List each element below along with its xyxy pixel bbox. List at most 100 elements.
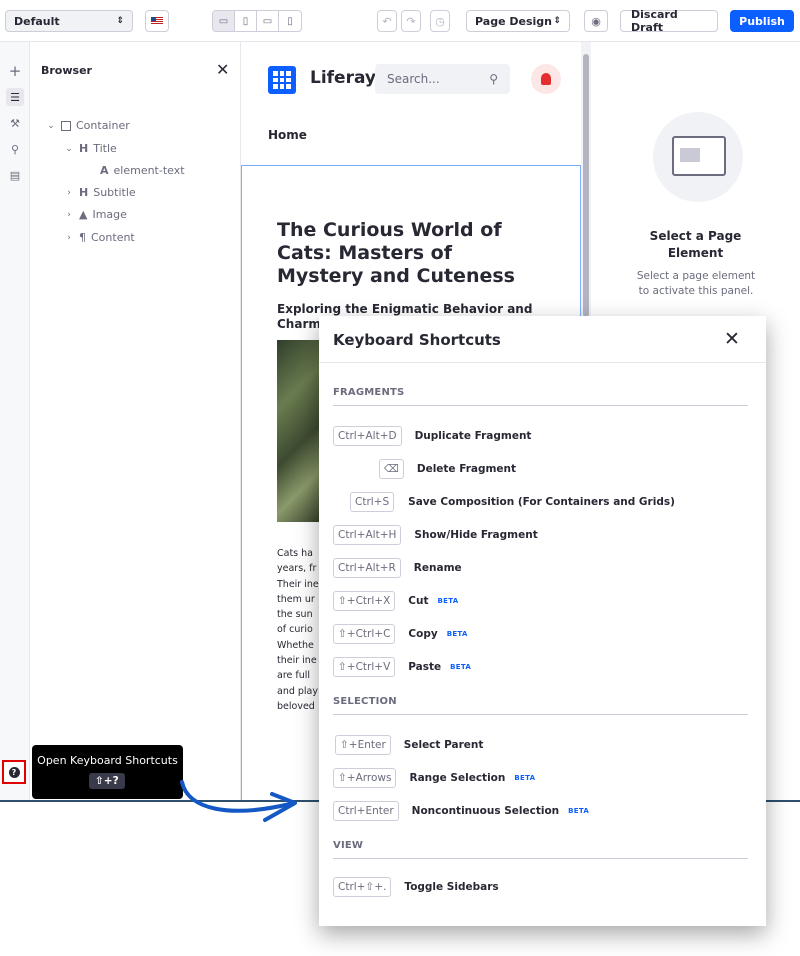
tree-item-container[interactable]: ⌄ Container [46,119,130,132]
link-icon[interactable]: ⚲ [6,140,24,158]
shortcut-label: Rename [413,562,462,574]
shortcut-cut: ⇧+Ctrl+X Cut BETA [333,591,458,611]
shortcut-keys: Ctrl+Alt+R [333,558,401,578]
text-icon: A [100,164,109,177]
backspace-icon: ⌫ [379,459,404,479]
tree-item-subtitle[interactable]: › H Subtitle [64,186,135,199]
shortcut-keys: ⇧+Ctrl+C [333,624,396,644]
search-icon[interactable]: ⚲ [489,72,498,86]
configuration-panel: Select a Page Element Select a page elem… [591,42,800,317]
tree-item-title[interactable]: ⌄ H Title [64,142,117,155]
chevron-down-icon[interactable]: ⌄ [46,121,56,131]
publish-button[interactable]: Publish [730,10,794,32]
landscape-phone-icon[interactable]: ▭ [257,11,279,31]
flag-us-icon [151,17,163,25]
content-line: Whethe [277,639,314,651]
content-line: Cats ha [277,548,313,559]
beta-badge: BETA [568,807,590,815]
tree-item-label: element-text [113,164,185,177]
discard-draft-button[interactable]: Discard Draft [620,8,718,34]
beta-badge: BETA [514,774,536,782]
article-title[interactable]: The Curious World of Cats: Masters of My… [277,219,537,288]
tree-item-content[interactable]: › ¶ Content [64,231,135,244]
section-divider [333,405,748,406]
shortcut-keys: ⇧+Ctrl+X [333,591,396,611]
shortcut-label: Cut [408,595,429,607]
shortcut-noncontinuous-selection: Ctrl+Enter Noncontinuous Selection BETA [333,801,589,821]
shortcut-label: Toggle Sidebars [404,881,499,893]
tree-item-label: Title [93,142,117,155]
shortcut-label: Show/Hide Fragment [414,529,538,541]
mode-select[interactable]: Page Design ⇕ [466,10,570,32]
close-icon[interactable]: ✕ [216,60,229,79]
undo-icon[interactable]: ↶ [377,10,397,32]
portrait-phone-icon[interactable]: ▯ [279,11,301,31]
plus-icon[interactable]: + [6,62,24,80]
chevron-right-icon[interactable]: › [64,188,74,198]
avatar[interactable] [531,64,561,94]
shortcut-keys: ⇧+Enter [335,735,391,755]
keyboard-shortcuts-modal: Keyboard Shortcuts ✕ FRAGMENTS Ctrl+Alt+… [319,316,766,926]
scrollbar-thumb[interactable] [583,54,589,317]
close-icon[interactable]: ✕ [724,328,740,350]
container-icon [61,120,71,131]
paragraph-icon: ¶ [79,231,86,244]
content-line: beloved [277,700,315,712]
shortcut-keys: Ctrl+⇧+. [333,877,392,897]
shortcut-keys: Ctrl+Enter [333,801,399,821]
browser-icon[interactable]: ☰ [6,88,24,106]
experience-select[interactable]: Default ⇕ [5,10,133,32]
tree-item-element-text[interactable]: A element-text [100,164,185,177]
modal-divider [319,362,766,363]
shortcut-paste: ⇧+Ctrl+V Paste BETA [333,657,471,677]
keyboard-shortcuts-button[interactable]: ? [2,760,26,784]
eye-icon[interactable]: ◉ [584,10,608,32]
top-toolbar: Default ⇕ ▭ ▯ ▭ ▯ ↶ ↷ ◷ Page Design ⇕ ◉ … [0,0,800,42]
chevron-right-icon[interactable]: › [64,233,74,243]
image-icon: ▲ [79,208,88,221]
panel-empty-description: Select a page element to activate this p… [636,270,756,297]
nav-link-home[interactable]: Home [268,128,307,142]
shortcut-label: Range Selection [409,772,506,784]
article-content[interactable]: Cats ha years, fr Their ine them ur the … [277,546,325,714]
shortcut-label: Copy [408,628,438,640]
tooltip-label: Open Keyboard Shortcuts [37,754,178,767]
canvas-scrollbar[interactable] [581,42,591,317]
shortcut-keys: ⇧+Ctrl+V [333,657,396,677]
shortcut-toggle-sidebars: Ctrl+⇧+. Toggle Sidebars [333,877,499,897]
beta-badge: BETA [450,663,472,671]
search-input[interactable]: Search... ⚲ [375,64,510,94]
history-icon[interactable]: ◷ [430,10,450,32]
tree-item-image[interactable]: › ▲ Image [64,208,127,221]
redo-icon[interactable]: ↷ [401,10,421,32]
content-line: the sun [277,609,313,621]
language-button[interactable] [145,10,169,32]
select-arrows-icon: ⇕ [553,16,561,26]
section-view: VIEW [333,840,364,851]
content-line: them ur [277,593,315,605]
shortcut-select-parent: ⇧+Enter Select Parent [335,735,483,755]
shortcut-rename: Ctrl+Alt+R Rename [333,558,462,578]
brand-name: Liferay [310,68,376,88]
shortcut-keys: ⇧+Arrows [333,768,397,788]
desktop-icon[interactable]: ▭ [213,11,235,31]
experience-select-value: Default [14,14,60,28]
tooltip-shortcut: ⇧+? [89,773,125,789]
page-design-icon[interactable]: ⚒ [6,114,24,132]
shortcut-keys: Ctrl+Alt+D [333,426,402,446]
comments-icon[interactable]: ▤ [6,166,24,184]
chevron-down-icon[interactable]: ⌄ [64,144,74,154]
heading-icon: H [79,142,89,155]
tablet-icon[interactable]: ▯ [235,11,257,31]
browser-panel: Browser ✕ ⌄ Container ⌄ H Title A elemen… [30,42,241,802]
select-arrows-icon: ⇕ [116,16,124,26]
section-selection: SELECTION [333,696,397,707]
shortcut-save: Ctrl+S Save Composition (For Containers … [350,492,675,512]
content-line: years, fr [277,563,317,575]
tree-item-label: Container [76,119,130,132]
shortcut-keys: Ctrl+S [350,492,395,512]
chevron-right-icon[interactable]: › [64,210,74,220]
shortcut-label: Delete Fragment [416,463,517,475]
mode-select-value: Page Design [475,14,552,28]
content-line: are full [277,670,311,682]
